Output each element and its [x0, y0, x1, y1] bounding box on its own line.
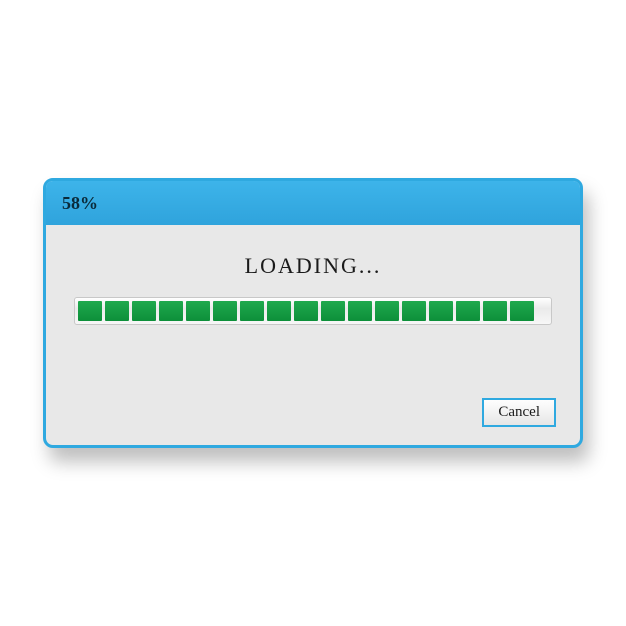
- button-row: Cancel: [482, 398, 556, 427]
- loading-dialog: 58% LOADING... Cancel: [43, 178, 583, 448]
- progress-segment: [402, 301, 426, 321]
- progress-segment: [348, 301, 372, 321]
- progress-segment: [78, 301, 102, 321]
- loading-label: LOADING...: [245, 253, 382, 279]
- progress-segment: [213, 301, 237, 321]
- progress-segment: [267, 301, 291, 321]
- progress-segment: [483, 301, 507, 321]
- progress-segment: [240, 301, 264, 321]
- progress-segment: [456, 301, 480, 321]
- progress-percent: 58%: [62, 193, 98, 214]
- dialog-content: LOADING... Cancel: [46, 225, 580, 445]
- progress-segment: [429, 301, 453, 321]
- progress-segment: [186, 301, 210, 321]
- progress-segment: [510, 301, 534, 321]
- progress-segment: [321, 301, 345, 321]
- progress-bar: [74, 297, 552, 325]
- titlebar: 58%: [46, 181, 580, 225]
- progress-segment: [294, 301, 318, 321]
- progress-segment: [105, 301, 129, 321]
- progress-segment: [132, 301, 156, 321]
- progress-segment: [159, 301, 183, 321]
- cancel-button[interactable]: Cancel: [482, 398, 556, 427]
- progress-segment: [375, 301, 399, 321]
